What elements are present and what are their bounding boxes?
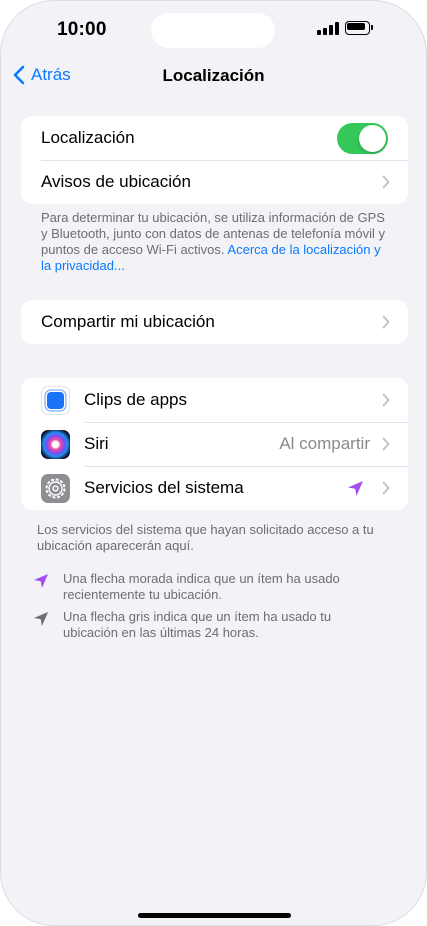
app-row-system-services[interactable]: Servicios del sistema [21, 466, 408, 510]
app-row-siri[interactable]: Siri Al compartir [21, 422, 408, 466]
legend-purple-text: Una flecha morada indica que un ítem ha … [63, 571, 340, 602]
status-time: 10:00 [57, 19, 107, 40]
location-settings-group: Localización Avisos de ubicación [21, 116, 408, 204]
location-footer-note: Para determinar tu ubicación, se utiliza… [41, 210, 391, 274]
app-clips-icon [41, 386, 70, 415]
page-title: Localización [162, 66, 265, 85]
legend-purple-row: Una flecha morada indica que un ítem ha … [33, 571, 393, 605]
location-alerts-row[interactable]: Avisos de ubicación [21, 160, 408, 204]
share-location-row[interactable]: Compartir mi ubicación [21, 300, 408, 344]
home-indicator[interactable] [138, 913, 291, 918]
share-location-group: Compartir mi ubicación [21, 300, 408, 344]
app-row-clips[interactable]: Clips de apps [21, 378, 408, 422]
gray-location-arrow-icon [33, 611, 49, 627]
legend-gray-text: Una flecha gris indica que un ítem ha us… [63, 609, 332, 640]
phone-screen: 10:00 Atrás Localización Localización Av… [0, 0, 427, 926]
chevron-right-icon [382, 437, 390, 451]
navigation-bar: Atrás Localización [1, 59, 426, 95]
battery-icon [345, 21, 373, 35]
chevron-right-icon [382, 175, 390, 189]
chevron-right-icon [382, 315, 390, 329]
cellular-signal-icon [317, 22, 339, 35]
location-row: Localización [21, 116, 408, 160]
chevron-right-icon [382, 393, 390, 407]
purple-location-arrow-icon [348, 481, 363, 496]
siri-icon [41, 430, 70, 459]
dynamic-island [151, 13, 275, 48]
siri-location-value: Al compartir [279, 434, 370, 453]
apps-footer-note: Los servicios del sistema que hayan soli… [37, 522, 374, 553]
chevron-right-icon [382, 481, 390, 495]
legend-gray-row: Una flecha gris indica que un ítem ha us… [33, 609, 393, 643]
share-location-label: Compartir mi ubicación [41, 312, 215, 331]
app-row-label: Clips de apps [84, 390, 188, 409]
location-toggle[interactable] [337, 123, 388, 154]
location-alerts-label: Avisos de ubicación [41, 172, 191, 191]
purple-location-arrow-icon [33, 573, 49, 589]
settings-gear-icon [41, 474, 70, 503]
apps-location-group: Clips de apps Siri Al compartir Servicio… [21, 378, 408, 510]
status-bar: 10:00 [1, 1, 426, 59]
